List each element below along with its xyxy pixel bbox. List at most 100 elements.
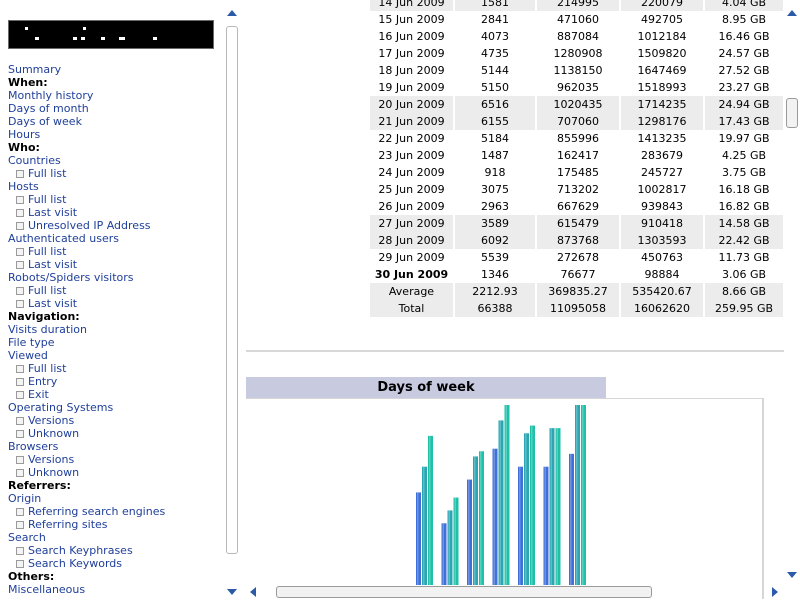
nav-item-label: Entry [28,375,58,388]
nav-link-unresolved-ip-address[interactable]: Unresolved IP Address [8,219,228,232]
nav-link-file-type[interactable]: File type [8,336,228,349]
nav-link-referring-sites[interactable]: Referring sites [8,518,228,531]
nav-link-authenticated-users[interactable]: Authenticated users [8,232,228,245]
cell-bandwidth: 17.43 GB [705,113,783,130]
table-row: 19 Jun 2009 5150 962035 1518993 23.27 GB [370,79,783,96]
nav-link-monthly-history[interactable]: Monthly history [8,89,228,102]
chart-bar-highlight [448,510,450,585]
nav-link-last-visit[interactable]: Last visit [8,297,228,310]
cell-date: 16 Jun 2009 [378,30,445,43]
scroll-up-arrow-icon[interactable] [227,10,237,16]
cell-bandwidth: 4.04 GB [705,0,783,11]
main-scroll-thumb[interactable] [786,98,798,128]
scroll-left-arrow-icon[interactable] [250,587,256,597]
table-row: 28 Jun 2009 6092 873768 1303593 22.42 GB [370,232,783,249]
cell-hits: 220079 [621,0,703,11]
chart-bar-highlight [531,425,533,585]
main-horizontal-scrollbar[interactable] [242,584,784,600]
cell-visits: 1581 [455,0,535,11]
nav-item-label: Visits duration [8,323,87,336]
cell-bandwidth: 27.52 GB [718,64,770,77]
nav-link-origin[interactable]: Origin [8,492,228,505]
chart-bar-highlight [576,405,578,585]
nav-scrollbar[interactable] [224,6,240,600]
nav-item-label: Full list [28,362,67,375]
cell-bandwidth: 3.06 GB [721,268,767,281]
cell-hits: 283679 [641,149,683,162]
nav-link-viewed[interactable]: Viewed [8,349,228,362]
cell-bandwidth: 16.18 GB [718,183,770,196]
cell-hits: 450763 [641,251,683,264]
nav-link-referring-search-engines[interactable]: Referring search engines [8,505,228,518]
nav-link-exit[interactable]: Exit [8,388,228,401]
list-bullet-icon [16,469,24,477]
nav-link-robots-spiders-visitors[interactable]: Robots/Spiders visitors [8,271,228,284]
main-vertical-scrollbar[interactable] [784,0,800,584]
nav-link-days-of-month[interactable]: Days of month [8,102,228,115]
scroll-down-arrow-icon[interactable] [227,589,237,595]
table-row: 24 Jun 2009 918 175485 245727 3.75 GB [370,164,783,181]
nav-menu: Summary When: Monthly history Days of month… [8,63,228,596]
nav-item-label: Search Keyphrases [28,544,133,557]
cell-hits: 16062620 [621,300,703,317]
table-row: 17 Jun 2009 4735 1280908 1509820 24.57 GB [370,45,783,62]
nav-link-search-keyphrases[interactable]: Search Keyphrases [8,544,228,557]
cell-hits: 910418 [621,215,703,232]
nav-item-label: Last visit [28,206,78,219]
nav-link-full-list[interactable]: Full list [8,167,228,180]
cell-date: Total [370,300,453,317]
cell-visits: 5184 [481,132,509,145]
nav-link-hosts[interactable]: Hosts [8,180,228,193]
nav-item-label: Monthly history [8,89,94,102]
nav-link-search[interactable]: Search [8,531,228,544]
scroll-up-arrow-icon[interactable] [787,10,797,16]
nav-heading-navigation: Navigation: [8,310,228,323]
nav-item-label: Full list [28,245,67,258]
nav-item-label: Unknown [28,427,80,440]
nav-link-last-visit[interactable]: Last visit [8,258,228,271]
nav-scroll-track[interactable] [226,26,238,554]
nav-link-versions[interactable]: Versions [8,453,228,466]
nav-link-full-list[interactable]: Full list [8,284,228,297]
list-bullet-icon [16,560,24,568]
nav-link-countries[interactable]: Countries [8,154,228,167]
cell-bandwidth: 11.73 GB [718,251,770,264]
nav-item-label: Full list [28,193,67,206]
nav-link-miscellaneous[interactable]: Miscellaneous [8,583,228,596]
cell-hits: 1509820 [637,47,687,60]
main-hscroll-thumb[interactable] [276,586,652,598]
nav-link-unknown[interactable]: Unknown [8,466,228,479]
nav-link-summary[interactable]: Summary [8,63,228,76]
nav-heading-others: Others: [8,570,228,583]
scroll-right-arrow-icon[interactable] [772,587,778,597]
cell-bandwidth: 24.57 GB [718,47,770,60]
cell-hits: 98884 [644,268,680,281]
main-frame: 14 Jun 2009 1581 214995 220079 4.04 GB 15 Jun… [242,0,800,600]
chart-bar-highlight [454,497,456,585]
cell-visits: 6155 [455,113,535,130]
nav-link-last-visit[interactable]: Last visit [8,206,228,219]
nav-link-versions[interactable]: Versions [8,414,228,427]
scroll-down-arrow-icon[interactable] [787,572,797,578]
cell-pages: 471060 [557,13,599,26]
awstats-logo[interactable] [8,20,214,49]
nav-link-visits-duration[interactable]: Visits duration [8,323,228,336]
cell-date: 19 Jun 2009 [378,81,445,94]
nav-link-entry[interactable]: Entry [8,375,228,388]
nav-link-hours[interactable]: Hours [8,128,228,141]
chart-bar-highlight [493,448,495,585]
cell-visits: 5539 [481,251,509,264]
nav-link-search-keywords[interactable]: Search Keywords [8,557,228,570]
cell-visits: 2963 [481,200,509,213]
nav-link-full-list[interactable]: Full list [8,362,228,375]
nav-link-operating-systems[interactable]: Operating Systems [8,401,228,414]
cell-pages: 214995 [537,0,619,11]
nav-link-full-list[interactable]: Full list [8,193,228,206]
nav-item-label: Search [8,531,46,544]
cell-bandwidth: 19.97 GB [718,132,770,145]
list-bullet-icon [16,261,24,269]
nav-link-browsers[interactable]: Browsers [8,440,228,453]
nav-link-full-list[interactable]: Full list [8,245,228,258]
nav-link-days-of-week[interactable]: Days of week [8,115,228,128]
nav-link-unknown[interactable]: Unknown [8,427,228,440]
